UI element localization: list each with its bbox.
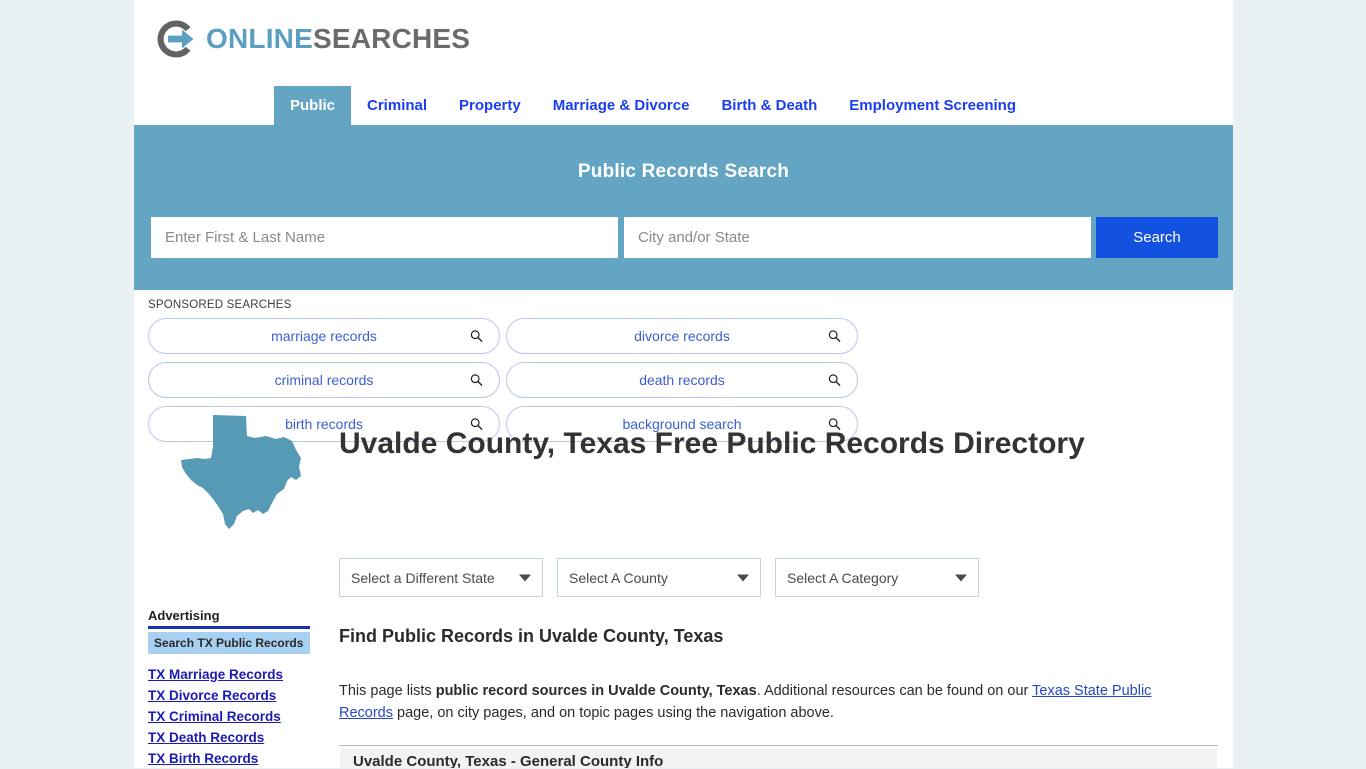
ad-link-tx-birth-records[interactable]: TX Birth Records [148, 748, 310, 769]
search-icon [470, 374, 483, 387]
sponsored-searches-label: SPONSORED SEARCHES [148, 299, 292, 311]
page-title: Uvalde County, Texas Free Public Records… [339, 427, 1085, 460]
name-search-input[interactable] [151, 217, 618, 258]
state-select-value: Select a Different State [351, 569, 495, 586]
sponsored-pill-death-records[interactable]: death records [506, 362, 858, 398]
logo-word-online: ONLINE [206, 23, 313, 54]
sponsored-pill-divorce-records[interactable]: divorce records [506, 318, 858, 354]
page-container: ONLINESEARCHES Public Criminal Property … [134, 0, 1233, 768]
search-icon [828, 330, 841, 343]
county-select-value: Select A County [569, 569, 668, 586]
advertising-sidebar: Advertising Search TX Public Records TX … [148, 608, 310, 769]
sponsored-pill-label: marriage records [271, 328, 377, 344]
sponsored-pill-label: criminal records [274, 372, 374, 388]
intro-text-part3: page, on city pages, and on topic pages … [393, 705, 834, 721]
county-select[interactable]: Select A County [557, 558, 761, 597]
nav-item-birth-death[interactable]: Birth & Death [705, 86, 833, 125]
circle-arrow-icon [157, 20, 194, 58]
ad-link-tx-death-records[interactable]: TX Death Records [148, 727, 310, 748]
public-records-search-panel: Public Records Search Search [134, 125, 1233, 290]
section-subheading: Find Public Records in Uvalde County, Te… [339, 626, 724, 646]
chevron-down-icon [737, 574, 749, 581]
logo-word-searches: SEARCHES [312, 23, 471, 54]
search-tx-public-records-banner[interactable]: Search TX Public Records [148, 632, 310, 654]
search-form: Search [151, 217, 1218, 258]
advertising-heading: Advertising [148, 608, 310, 629]
nav-item-property[interactable]: Property [443, 86, 537, 125]
general-county-info-header: Uvalde County, Texas - General County In… [340, 749, 1217, 768]
hero-title: Public Records Search [577, 161, 790, 182]
texas-state-outline-icon [181, 415, 301, 529]
nav-item-criminal[interactable]: Criminal [351, 86, 443, 125]
search-icon [470, 330, 483, 343]
search-icon [828, 374, 841, 387]
logo-wordmark: ONLINESEARCHES [206, 25, 470, 53]
intro-text-bold: public record sources in Uvalde County, … [435, 683, 757, 699]
section-divider [339, 745, 1218, 746]
nav-item-public[interactable]: Public [274, 86, 352, 125]
ad-link-tx-divorce-records[interactable]: TX Divorce Records [148, 685, 310, 706]
ad-link-tx-marriage-records[interactable]: TX Marriage Records [148, 664, 310, 685]
sponsored-pill-marriage-records[interactable]: marriage records [148, 318, 500, 354]
main-navigation: Public Criminal Property Marriage & Divo… [134, 86, 1233, 125]
category-select[interactable]: Select A Category [775, 558, 979, 597]
sponsored-pill-label: divorce records [634, 328, 730, 344]
sponsored-pill-label: death records [639, 372, 725, 388]
nav-item-marriage-divorce[interactable]: Marriage & Divorce [537, 86, 706, 125]
intro-text-part1: This page lists [339, 683, 436, 699]
state-select[interactable]: Select a Different State [339, 558, 543, 597]
nav-item-employment-screening[interactable]: Employment Screening [833, 86, 1032, 125]
category-select-value: Select A Category [787, 569, 899, 586]
intro-paragraph: This page lists public record sources in… [339, 680, 1191, 724]
filter-select-row: Select a Different State Select A County… [339, 558, 979, 597]
advertising-link-list: TX Marriage Records TX Divorce Records T… [148, 664, 310, 769]
site-logo[interactable]: ONLINESEARCHES [154, 17, 470, 61]
sponsored-pill-criminal-records[interactable]: criminal records [148, 362, 500, 398]
search-button[interactable]: Search [1096, 217, 1218, 258]
chevron-down-icon [519, 574, 531, 581]
chevron-down-icon [955, 574, 967, 581]
ad-link-tx-criminal-records[interactable]: TX Criminal Records [148, 706, 310, 727]
city-state-search-input[interactable] [624, 217, 1091, 258]
intro-text-part2: . Additional resources can be found on o… [756, 683, 1033, 699]
general-county-info-title: Uvalde County, Texas - General County In… [353, 753, 664, 768]
